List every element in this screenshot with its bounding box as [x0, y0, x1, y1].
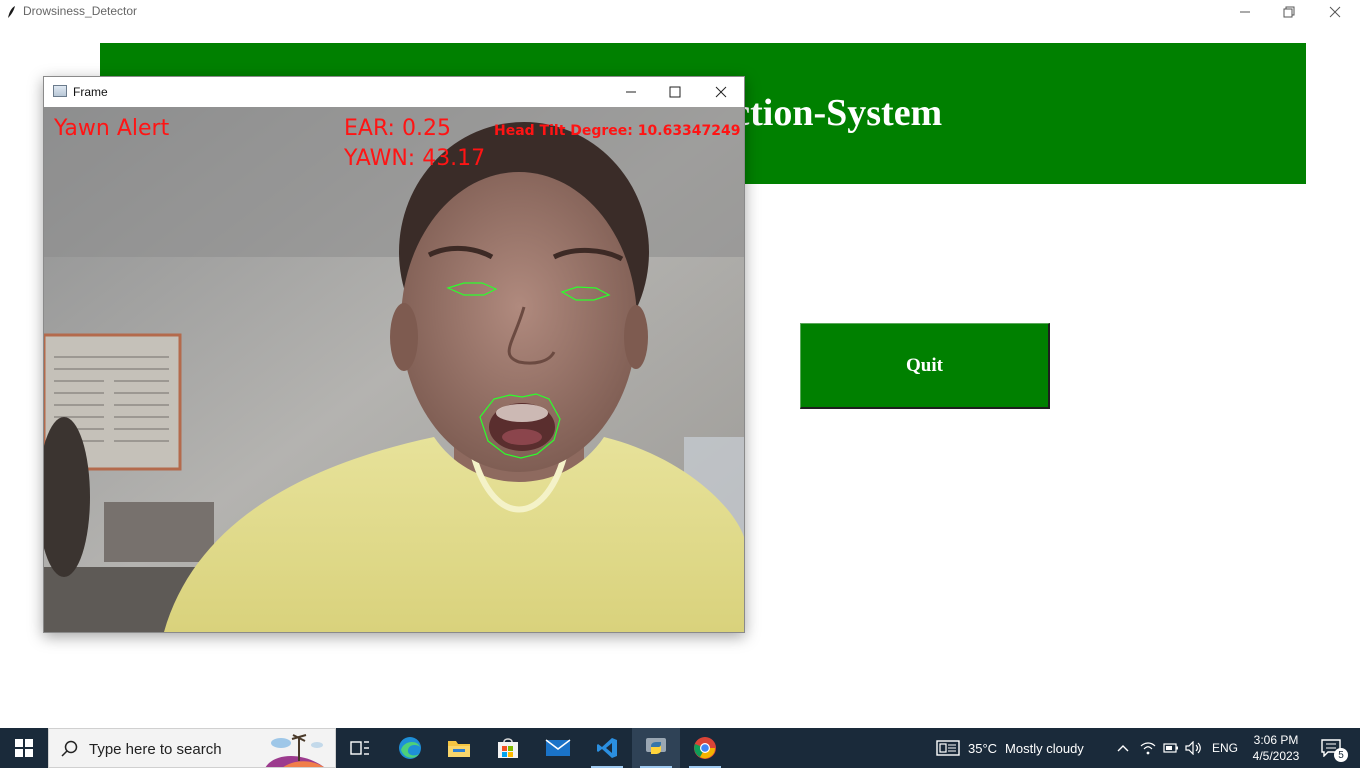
- ear-value-text: EAR: 0.25: [344, 116, 451, 141]
- yawn-value-text: YAWN: 43.17: [344, 146, 486, 171]
- minimize-icon: [626, 91, 636, 93]
- minimize-icon: [1240, 11, 1250, 13]
- clock[interactable]: 3:06 PM 4/5/2023: [1244, 728, 1308, 768]
- window-title: Drowsiness_Detector: [23, 4, 138, 18]
- frame-window-icon: [53, 85, 67, 97]
- chrome-icon: [694, 737, 716, 759]
- main-window-titlebar: Drowsiness_Detector: [0, 0, 1360, 24]
- battery-icon: [1163, 743, 1178, 753]
- battery-button[interactable]: [1160, 728, 1182, 768]
- weather-temperature: 35°C: [968, 740, 998, 756]
- frame-titlebar: Frame: [44, 77, 744, 107]
- taskbar-search-box[interactable]: Type here to search: [48, 728, 336, 768]
- chevron-up-icon: [1117, 745, 1129, 752]
- webcam-image: [44, 107, 744, 632]
- close-button[interactable]: [1312, 0, 1358, 24]
- weather-widget[interactable]: 35°C Mostly cloudy: [930, 728, 1100, 768]
- vscode-icon: [597, 738, 617, 758]
- start-button[interactable]: [0, 728, 48, 768]
- desktop: Drowsiness_Detector Drowsiness-Detection…: [0, 0, 1360, 768]
- feather-icon: [8, 6, 15, 18]
- taskbar-mail[interactable]: [534, 728, 582, 768]
- taskbar-edge[interactable]: [386, 728, 434, 768]
- notification-count-badge: 5: [1334, 748, 1348, 762]
- taskbar-file-explorer[interactable]: [435, 728, 483, 768]
- taskbar-python[interactable]: [632, 728, 680, 768]
- store-icon: [498, 738, 518, 758]
- minimize-button[interactable]: [1222, 0, 1268, 24]
- task-view-button[interactable]: [336, 728, 384, 768]
- head-tilt-text: Head Tilt Degree: 10.63347249: [494, 123, 741, 139]
- python-icon: [646, 738, 666, 754]
- taskbar: Type here to search 35°C Mostly cloudy E…: [0, 728, 1360, 768]
- frame-maximize-button[interactable]: [652, 77, 698, 107]
- frame-window[interactable]: Frame Yawn Alert EAR: 0.25 YAWN: 43.17 H…: [43, 76, 745, 633]
- weather-description: Mostly cloudy: [1005, 740, 1084, 756]
- close-icon: [1329, 6, 1341, 18]
- clock-date: 4/5/2023: [1252, 749, 1300, 763]
- input-language[interactable]: ENG: [1212, 741, 1238, 755]
- frame-title: Frame: [73, 85, 108, 99]
- taskbar-vscode[interactable]: [583, 728, 631, 768]
- maximize-icon: [669, 86, 681, 98]
- notifications-button[interactable]: 5: [1312, 728, 1352, 768]
- windows-logo-icon: [15, 739, 33, 757]
- clock-time: 3:06 PM: [1253, 733, 1299, 747]
- search-placeholder: Type here to search: [89, 741, 222, 758]
- task-view-icon: [350, 741, 369, 755]
- restore-button[interactable]: [1266, 0, 1312, 24]
- frame-minimize-button[interactable]: [608, 77, 654, 107]
- network-button[interactable]: [1136, 728, 1160, 768]
- yawn-alert-text: Yawn Alert: [54, 116, 170, 141]
- taskbar-chrome[interactable]: [681, 728, 729, 768]
- search-icon: [61, 740, 78, 757]
- weather-news-icon: [936, 740, 960, 756]
- search-highlight-illustration-icon: [265, 734, 324, 767]
- show-hidden-icons-button[interactable]: [1112, 728, 1134, 768]
- restore-icon: [1283, 6, 1295, 18]
- frame-close-button[interactable]: [698, 77, 744, 107]
- camera-feed: Yawn Alert EAR: 0.25 YAWN: 43.17 Head Ti…: [44, 107, 744, 632]
- wifi-icon: [1140, 742, 1156, 755]
- mail-icon: [545, 739, 571, 756]
- volume-button[interactable]: [1182, 728, 1206, 768]
- speaker-icon: [1185, 741, 1201, 755]
- folder-icon: [448, 741, 470, 757]
- edge-icon: [399, 737, 421, 759]
- close-icon: [715, 86, 727, 98]
- quit-button[interactable]: Quit: [800, 323, 1050, 409]
- taskbar-store[interactable]: [484, 728, 532, 768]
